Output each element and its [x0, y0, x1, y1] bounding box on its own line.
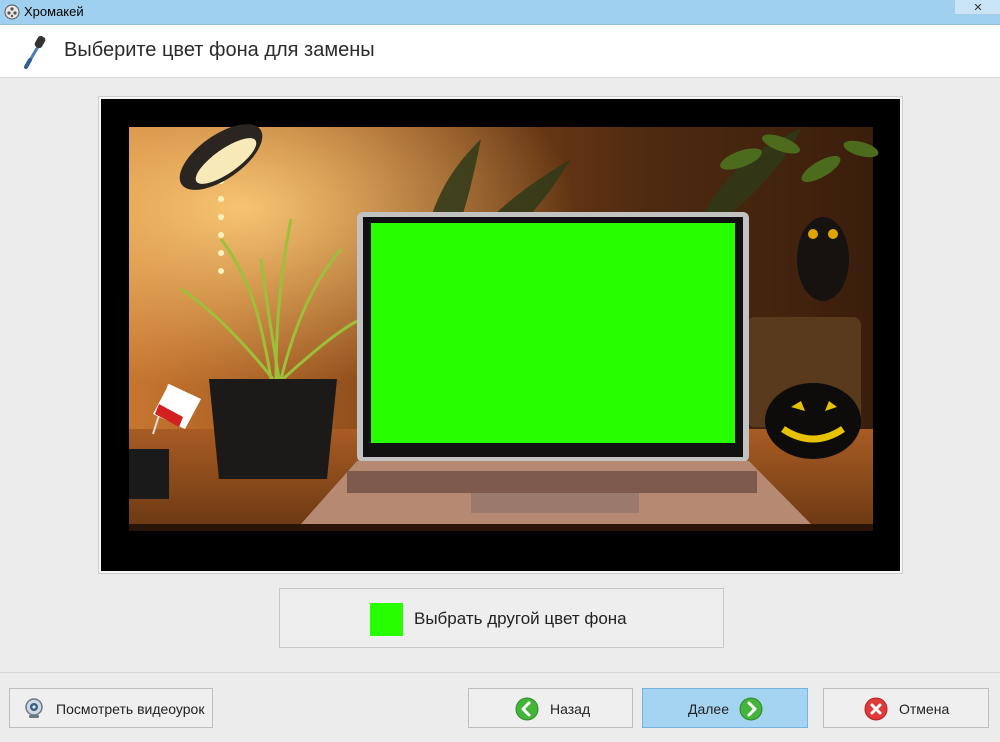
back-button[interactable]: Назад	[468, 688, 633, 728]
next-button[interactable]: Далее	[642, 688, 808, 728]
choose-color-label: Выбрать другой цвет фона	[414, 609, 627, 628]
cancel-button[interactable]: Отмена	[823, 688, 989, 728]
page-header: Выберите цвет фона для замены	[0, 25, 1000, 78]
video-preview[interactable]	[101, 99, 900, 571]
window-title: Хромакей	[24, 4, 84, 19]
app-icon	[4, 4, 20, 20]
back-label: Назад	[550, 701, 591, 717]
color-swatch	[370, 603, 403, 636]
watch-tutorial-label: Посмотреть видеоурок	[56, 701, 205, 717]
cancel-label: Отмена	[899, 701, 950, 717]
arrow-left-icon	[515, 697, 539, 721]
footer-divider	[0, 672, 1000, 673]
choose-background-color-button[interactable]: Выбрать другой цвет фона	[279, 588, 724, 648]
page-title: Выберите цвет фона для замены	[64, 39, 375, 61]
watch-tutorial-button[interactable]: Посмотреть видеоурок	[9, 688, 213, 728]
green-screen	[371, 223, 735, 443]
webcam-icon	[25, 698, 43, 718]
close-icon: ✕	[973, 1, 983, 14]
pipette-icon	[24, 35, 46, 69]
arrow-right-icon	[739, 697, 763, 721]
title-bar: Хромакей ✕	[0, 0, 1000, 25]
window-close-button[interactable]: ✕	[954, 0, 1000, 15]
cancel-icon	[864, 697, 888, 721]
next-label: Далее	[688, 701, 730, 717]
preview-scene	[129, 124, 879, 531]
preview-frame	[98, 96, 903, 574]
